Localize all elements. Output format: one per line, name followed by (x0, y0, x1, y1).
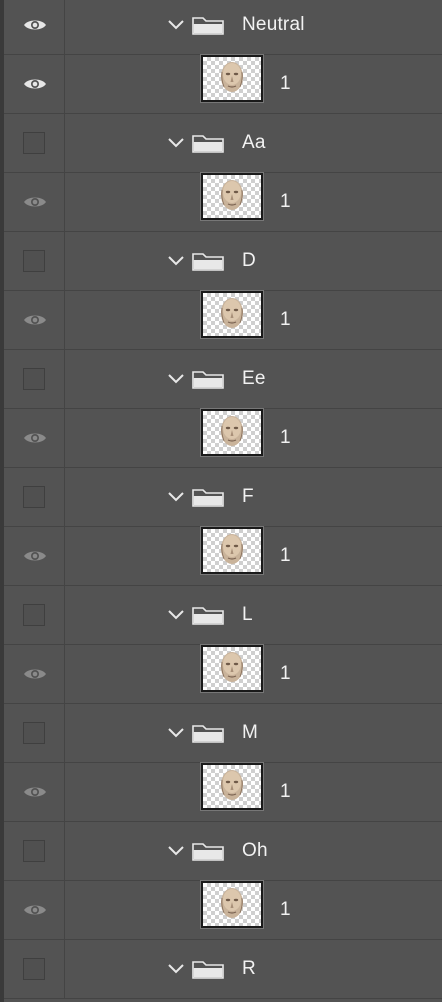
visibility-empty-box[interactable] (23, 958, 45, 980)
visibility-toggle[interactable] (4, 0, 65, 54)
visibility-toggle[interactable] (4, 173, 65, 231)
folder-icon (192, 369, 224, 389)
layer-group-row[interactable]: M (4, 704, 442, 763)
eye-icon[interactable] (23, 903, 47, 917)
folder-icon (192, 723, 224, 743)
layer-name[interactable]: 1 (280, 427, 291, 449)
layer-thumbnail[interactable] (200, 54, 264, 103)
chevron-down-icon[interactable] (167, 18, 185, 32)
folder-icon (192, 15, 224, 35)
visibility-toggle[interactable] (4, 645, 65, 703)
group-name[interactable]: Ee (242, 368, 266, 390)
layer-name[interactable]: 1 (280, 663, 291, 685)
layers-panel: Neutral 1 Aa 1 D 1 Ee 1 F 1 L 1 M 1 Oh 1 R (0, 0, 442, 1002)
group-name[interactable]: Aa (242, 132, 266, 154)
layer-name[interactable]: 1 (280, 191, 291, 213)
layer-row[interactable]: 1 (4, 644, 442, 704)
visibility-toggle[interactable] (4, 291, 65, 349)
folder-icon (192, 605, 224, 625)
chevron-down-icon[interactable] (167, 608, 185, 622)
group-name[interactable]: R (242, 958, 256, 980)
chevron-down-icon[interactable] (167, 490, 185, 504)
folder-icon (192, 251, 224, 271)
layer-group-row[interactable]: Neutral (4, 0, 442, 55)
group-name[interactable]: M (242, 722, 258, 744)
folder-icon (192, 133, 224, 153)
eye-icon[interactable] (23, 667, 47, 681)
layer-name[interactable]: 1 (280, 545, 291, 567)
visibility-toggle[interactable] (4, 114, 65, 172)
eye-icon[interactable] (23, 18, 47, 32)
visibility-empty-box[interactable] (23, 250, 45, 272)
folder-icon (192, 487, 224, 507)
layer-row[interactable]: 1 (4, 54, 442, 114)
group-name[interactable]: Oh (242, 840, 268, 862)
layer-thumbnail[interactable] (200, 172, 264, 221)
visibility-empty-box[interactable] (23, 368, 45, 390)
visibility-empty-box[interactable] (23, 722, 45, 744)
layer-name[interactable]: 1 (280, 781, 291, 803)
layer-row[interactable]: 1 (4, 762, 442, 822)
group-name[interactable]: D (242, 250, 256, 272)
visibility-empty-box[interactable] (23, 486, 45, 508)
layer-thumbnail[interactable] (200, 290, 264, 339)
chevron-down-icon[interactable] (167, 962, 185, 976)
group-name[interactable]: L (242, 604, 253, 626)
layer-group-row[interactable]: R (4, 940, 442, 999)
layer-thumbnail[interactable] (200, 644, 264, 693)
chevron-down-icon[interactable] (167, 254, 185, 268)
visibility-toggle[interactable] (4, 881, 65, 939)
visibility-toggle[interactable] (4, 350, 65, 408)
layer-row[interactable]: 1 (4, 408, 442, 468)
layer-row[interactable]: 1 (4, 526, 442, 586)
group-name[interactable]: Neutral (242, 14, 305, 36)
visibility-toggle[interactable] (4, 527, 65, 585)
chevron-down-icon[interactable] (167, 372, 185, 386)
layer-row[interactable]: 1 (4, 172, 442, 232)
visibility-empty-box[interactable] (23, 132, 45, 154)
visibility-toggle[interactable] (4, 704, 65, 762)
visibility-toggle[interactable] (4, 940, 65, 998)
layer-name[interactable]: 1 (280, 899, 291, 921)
visibility-toggle[interactable] (4, 763, 65, 821)
visibility-empty-box[interactable] (23, 604, 45, 626)
layer-row[interactable]: 1 (4, 880, 442, 940)
layer-thumbnail[interactable] (200, 762, 264, 811)
layer-thumbnail[interactable] (200, 526, 264, 575)
visibility-toggle[interactable] (4, 55, 65, 113)
folder-icon (192, 959, 224, 979)
layer-group-row[interactable]: Ee (4, 350, 442, 409)
layer-group-row[interactable]: F (4, 468, 442, 527)
visibility-toggle[interactable] (4, 468, 65, 526)
eye-icon[interactable] (23, 195, 47, 209)
eye-icon[interactable] (23, 77, 47, 91)
folder-icon (192, 841, 224, 861)
eye-icon[interactable] (23, 313, 47, 327)
eye-icon[interactable] (23, 785, 47, 799)
chevron-down-icon[interactable] (167, 136, 185, 150)
layer-thumbnail[interactable] (200, 408, 264, 457)
layer-group-row[interactable]: L (4, 586, 442, 645)
visibility-empty-box[interactable] (23, 840, 45, 862)
visibility-toggle[interactable] (4, 232, 65, 290)
layer-name[interactable]: 1 (280, 309, 291, 331)
eye-icon[interactable] (23, 431, 47, 445)
layer-group-row[interactable]: Oh (4, 822, 442, 881)
layer-group-row[interactable]: Aa (4, 114, 442, 173)
chevron-down-icon[interactable] (167, 844, 185, 858)
layer-name[interactable]: 1 (280, 73, 291, 95)
layer-group-row[interactable]: D (4, 232, 442, 291)
eye-icon[interactable] (23, 549, 47, 563)
chevron-down-icon[interactable] (167, 726, 185, 740)
visibility-toggle[interactable] (4, 586, 65, 644)
visibility-toggle[interactable] (4, 822, 65, 880)
group-name[interactable]: F (242, 486, 254, 508)
visibility-toggle[interactable] (4, 409, 65, 467)
layer-row[interactable]: 1 (4, 290, 442, 350)
layer-thumbnail[interactable] (200, 880, 264, 929)
